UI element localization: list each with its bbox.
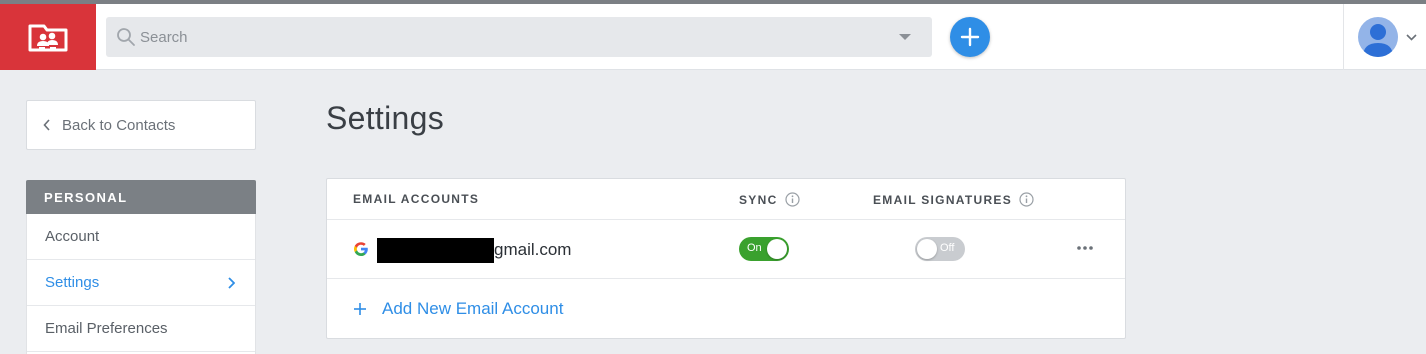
add-button[interactable] [950,17,990,57]
email-address: gmail.com [494,240,572,259]
settings-sidebar: PERSONAL Account Settings Email Preferen… [26,180,256,354]
back-to-contacts-button[interactable]: Back to Contacts [26,100,256,150]
top-header [0,4,1426,70]
chevron-down-icon[interactable] [898,33,912,41]
divider [327,219,1125,220]
toggle-label: On [747,242,762,254]
chevron-down-icon[interactable] [1406,34,1417,41]
sidebar-item-label: Email Preferences [45,320,168,337]
sidebar-item-account[interactable]: Account [27,214,255,260]
toggle-label: Off [940,242,955,254]
divider [327,278,1125,279]
account-menu[interactable] [1343,4,1426,70]
avatar[interactable] [1358,17,1398,57]
chevron-left-icon [43,119,50,131]
more-options-icon[interactable] [1076,245,1094,251]
redacted-email-prefix [377,238,494,263]
search-input[interactable] [140,17,880,57]
sidebar-item-label: Account [45,228,100,245]
column-header-email-signatures: EMAIL SIGNATURES [873,192,1034,207]
contacts-logo-icon [28,24,68,52]
sidebar-item-email-preferences[interactable]: Email Preferences [27,306,255,352]
toggle-knob [767,239,787,259]
info-icon[interactable] [1019,192,1034,207]
user-avatar-icon [1363,24,1393,57]
toggle-knob [917,239,937,259]
search-icon [117,28,135,46]
app-logo[interactable] [0,4,96,70]
sync-toggle[interactable]: On [739,237,789,261]
add-email-account-button[interactable]: Add New Email Account [353,299,563,319]
email-accounts-panel: EMAIL ACCOUNTS SYNC EMAIL SIGNATURES gma… [326,178,1126,339]
plus-icon [960,27,980,47]
chevron-right-icon [228,277,235,289]
sidebar-item-label: Settings [45,274,100,291]
google-icon [354,242,368,256]
sidebar-item-settings[interactable]: Settings [27,260,255,306]
sidebar-section-title: PERSONAL [26,180,256,214]
search-bar[interactable] [106,17,932,57]
column-header-sync: SYNC [739,192,800,207]
back-label: Back to Contacts [62,116,176,134]
page-title: Settings [326,100,445,136]
column-header-email-accounts: EMAIL ACCOUNTS [353,192,480,206]
add-email-account-label: Add New Email Account [382,299,564,318]
plus-icon [354,303,366,315]
info-icon[interactable] [784,192,800,207]
email-signature-toggle[interactable]: Off [915,237,965,261]
